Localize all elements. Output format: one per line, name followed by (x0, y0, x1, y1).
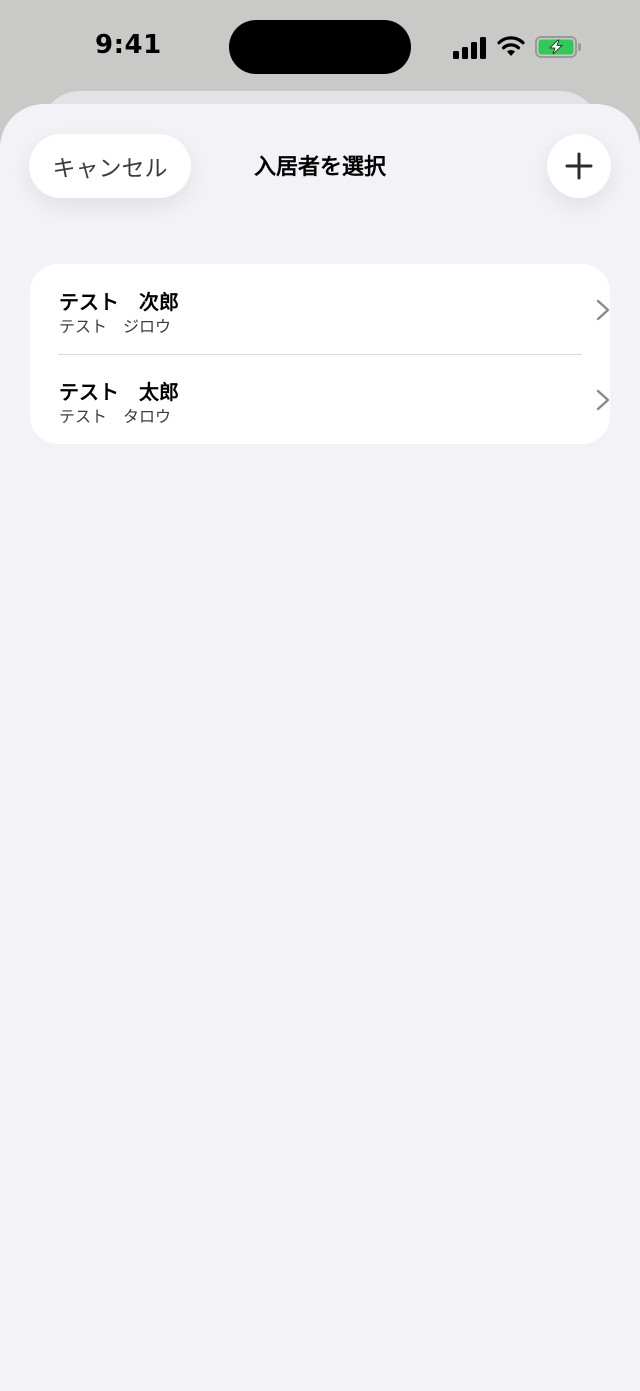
resident-name: テスト 太郎 (59, 380, 179, 404)
resident-list-item[interactable]: テスト 次郎 テスト ジロウ (30, 264, 610, 354)
screen: 9:41 キャンセル 入居者を選択 テスト 次郎 テスト ジロウ テスト 太郎 … (0, 0, 640, 1391)
wifi-icon (497, 36, 525, 56)
cellular-signal-icon (453, 37, 486, 59)
sheet-title: 入居者を選択 (253, 155, 386, 180)
resident-kana: テスト タロウ (59, 407, 172, 426)
status-time: 9:41 (95, 30, 162, 60)
status-bar: 9:41 (0, 0, 640, 92)
resident-list: テスト 次郎 テスト ジロウ テスト 太郎 テスト タロウ (30, 264, 610, 444)
resident-kana: テスト ジロウ (59, 317, 172, 336)
chevron-right-icon (596, 389, 610, 411)
plus-icon (565, 152, 593, 180)
chevron-right-icon (596, 299, 610, 321)
add-resident-button[interactable] (547, 134, 611, 198)
cancel-button[interactable]: キャンセル (29, 134, 191, 198)
resident-list-item[interactable]: テスト 太郎 テスト タロウ (30, 354, 610, 444)
battery-charging-icon (535, 36, 581, 58)
resident-name: テスト 次郎 (59, 290, 179, 314)
dynamic-island (229, 20, 411, 74)
resident-select-sheet: キャンセル 入居者を選択 テスト 次郎 テスト ジロウ テスト 太郎 テスト タ… (0, 104, 640, 1391)
